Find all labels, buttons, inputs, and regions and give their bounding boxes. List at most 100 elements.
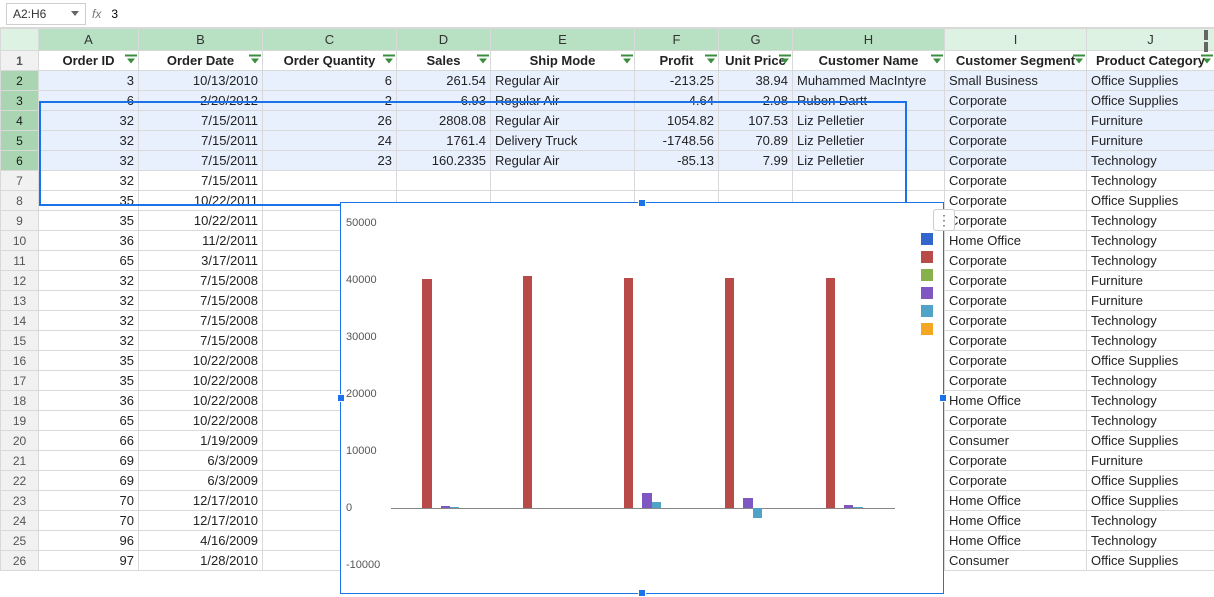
cell[interactable]: 36	[39, 231, 139, 251]
cell[interactable]: 32	[39, 291, 139, 311]
cell[interactable]: Liz Pelletier	[793, 131, 945, 151]
cell[interactable]: 7/15/2008	[139, 291, 263, 311]
cell[interactable]: Technology	[1087, 391, 1214, 411]
column-header-B[interactable]: B	[139, 29, 263, 51]
row-header[interactable]: 9	[1, 211, 39, 231]
filter-icon[interactable]	[251, 58, 259, 63]
cell[interactable]: 97	[39, 551, 139, 571]
cell[interactable]: Corporate	[945, 211, 1087, 231]
cell[interactable]: Small Business	[945, 71, 1087, 91]
cell[interactable]: 70.89	[719, 131, 793, 151]
row-header[interactable]: 21	[1, 451, 39, 471]
cell[interactable]: 7/15/2011	[139, 131, 263, 151]
filter-icon[interactable]	[1075, 58, 1083, 63]
row-header[interactable]: 24	[1, 511, 39, 531]
cell[interactable]: Technology	[1087, 171, 1214, 191]
column-header-F[interactable]: F	[635, 29, 719, 51]
cell[interactable]: Corporate	[945, 371, 1087, 391]
filter-icon[interactable]	[385, 58, 393, 63]
row-header[interactable]: 1	[1, 51, 39, 71]
cell[interactable]: 32	[39, 131, 139, 151]
filter-header-cell[interactable]: Customer Name	[793, 51, 945, 71]
filter-icon[interactable]	[707, 58, 715, 63]
cell[interactable]: Office Supplies	[1087, 491, 1214, 511]
chart-resize-left[interactable]	[337, 394, 345, 402]
row-header[interactable]: 22	[1, 471, 39, 491]
column-header-D[interactable]: D	[397, 29, 491, 51]
row-header[interactable]: 3	[1, 91, 39, 111]
cell[interactable]: Office Supplies	[1087, 91, 1214, 111]
cell[interactable]: 32	[39, 311, 139, 331]
cell[interactable]: Corporate	[945, 351, 1087, 371]
cell[interactable]: Regular Air	[491, 91, 635, 111]
cell[interactable]: 2/20/2012	[139, 91, 263, 111]
cell[interactable]: 24	[263, 131, 397, 151]
cell[interactable]: Corporate	[945, 91, 1087, 111]
cell[interactable]: 32	[39, 171, 139, 191]
cell[interactable]: Consumer	[945, 551, 1087, 571]
cell[interactable]: 10/22/2008	[139, 391, 263, 411]
cell[interactable]: Liz Pelletier	[793, 151, 945, 171]
cell[interactable]: 7.99	[719, 151, 793, 171]
cell[interactable]: Regular Air	[491, 151, 635, 171]
cell[interactable]: Regular Air	[491, 71, 635, 91]
filter-icon[interactable]	[479, 58, 487, 63]
cell[interactable]: 2808.08	[397, 111, 491, 131]
cell[interactable]: 32	[39, 151, 139, 171]
cell[interactable]: Office Supplies	[1087, 191, 1214, 211]
cell[interactable]: Corporate	[945, 331, 1087, 351]
cell[interactable]: 6.93	[397, 91, 491, 111]
cell[interactable]: 3	[39, 71, 139, 91]
cell[interactable]: Corporate	[945, 291, 1087, 311]
cell[interactable]: 10/22/2011	[139, 191, 263, 211]
cell[interactable]: 35	[39, 351, 139, 371]
cell[interactable]: 65	[39, 251, 139, 271]
cell[interactable]: Corporate	[945, 171, 1087, 191]
cell[interactable]: 65	[39, 411, 139, 431]
column-header-E[interactable]: E	[491, 29, 635, 51]
filter-header-cell[interactable]: Order Date	[139, 51, 263, 71]
cell[interactable]: 10/22/2011	[139, 211, 263, 231]
cell[interactable]: Corporate	[945, 111, 1087, 131]
cell[interactable]: Corporate	[945, 471, 1087, 491]
cell[interactable]: 38.94	[719, 71, 793, 91]
cell[interactable]	[635, 171, 719, 191]
cell[interactable]: -4.64	[635, 91, 719, 111]
cell[interactable]: Furniture	[1087, 291, 1214, 311]
column-header-A[interactable]: A	[39, 29, 139, 51]
cell[interactable]: Office Supplies	[1087, 71, 1214, 91]
cell[interactable]: 2.08	[719, 91, 793, 111]
cell[interactable]: Technology	[1087, 151, 1214, 171]
cell[interactable]: 10/13/2010	[139, 71, 263, 91]
filter-header-cell[interactable]: Product Category	[1087, 51, 1214, 71]
row-header[interactable]: 2	[1, 71, 39, 91]
cell[interactable]: Delivery Truck	[491, 131, 635, 151]
filter-icon[interactable]	[781, 58, 789, 63]
cell[interactable]: Corporate	[945, 311, 1087, 331]
cell[interactable]: Regular Air	[491, 111, 635, 131]
cell[interactable]: -1748.56	[635, 131, 719, 151]
row-header[interactable]: 8	[1, 191, 39, 211]
cell[interactable]: Home Office	[945, 531, 1087, 551]
row-header[interactable]: 23	[1, 491, 39, 511]
cell[interactable]: 70	[39, 511, 139, 531]
cell[interactable]: Corporate	[945, 251, 1087, 271]
cell[interactable]: 1/19/2009	[139, 431, 263, 451]
cell[interactable]: Home Office	[945, 491, 1087, 511]
row-header[interactable]: 26	[1, 551, 39, 571]
cell[interactable]: 26	[263, 111, 397, 131]
cell[interactable]: 12/17/2010	[139, 491, 263, 511]
cell[interactable]: Office Supplies	[1087, 551, 1214, 571]
filter-header-cell[interactable]: Ship Mode	[491, 51, 635, 71]
cell[interactable]: 7/15/2008	[139, 331, 263, 351]
scroll-thumb[interactable]	[1204, 30, 1208, 40]
chart-resize-right[interactable]	[939, 394, 947, 402]
chart-menu-button[interactable]: ⋮	[933, 209, 955, 231]
select-all-corner[interactable]	[1, 29, 39, 51]
column-header-G[interactable]: G	[719, 29, 793, 51]
cell[interactable]: Technology	[1087, 311, 1214, 331]
formula-input[interactable]	[107, 3, 1208, 25]
row-header[interactable]: 15	[1, 331, 39, 351]
cell[interactable]	[397, 171, 491, 191]
cell[interactable]: Technology	[1087, 231, 1214, 251]
